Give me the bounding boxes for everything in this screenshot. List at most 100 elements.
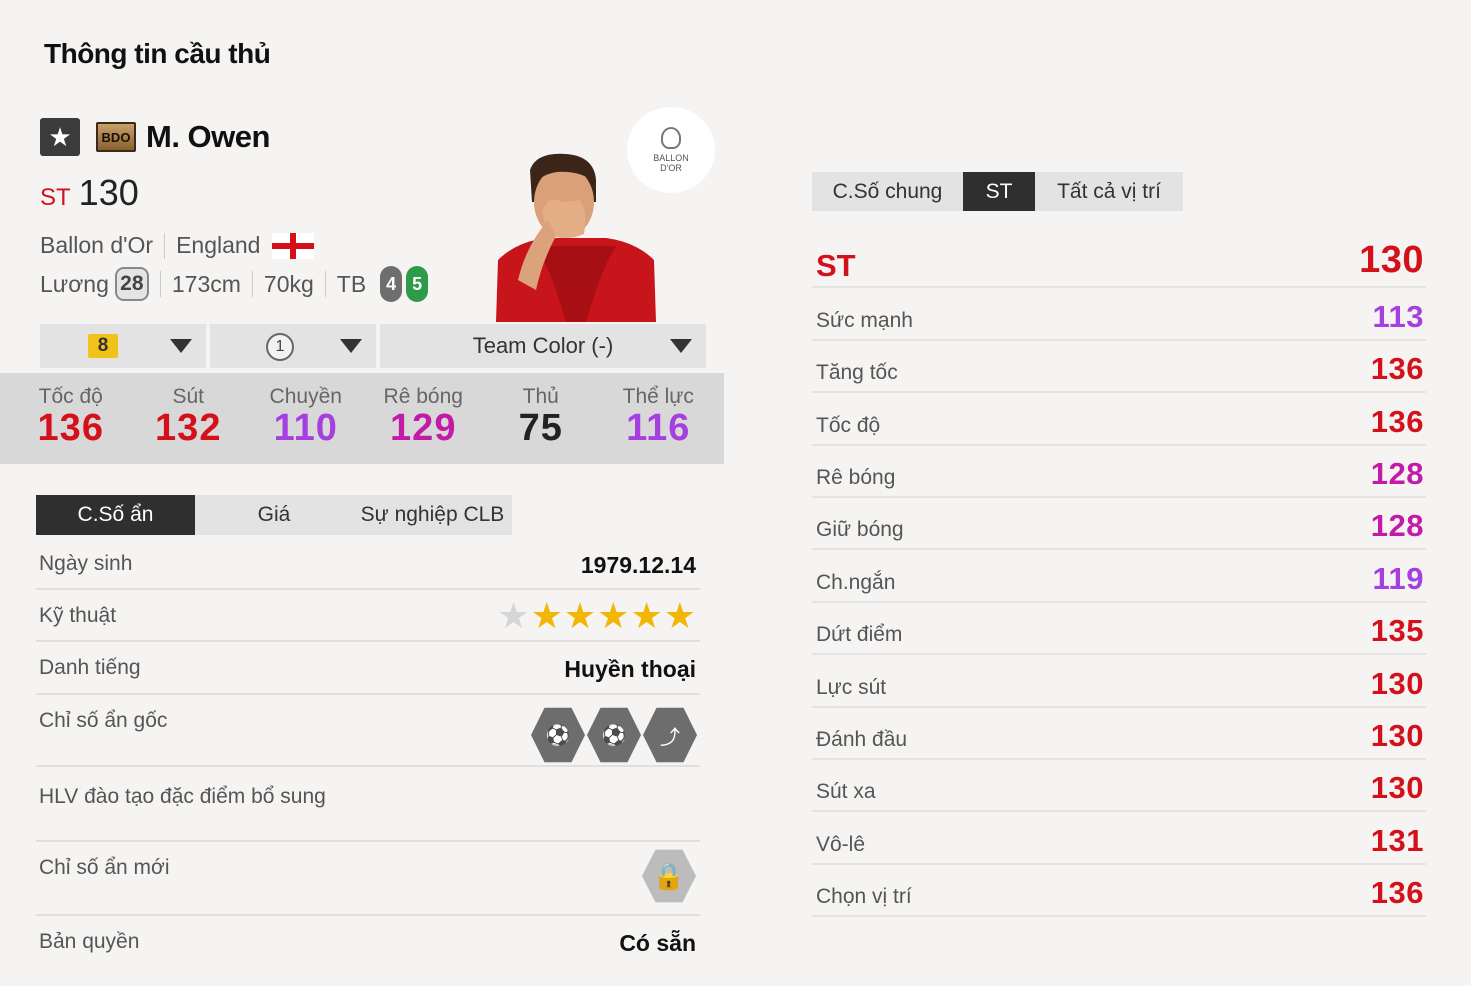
attribute-value: 131: [1370, 822, 1424, 858]
attribute-row: Đánh đầu 130: [812, 708, 1426, 760]
reputation-value: Huyền thoại: [564, 656, 696, 682]
attribute-name: Chọn vị trí: [816, 885, 912, 909]
detail-tabs: C.Số ẩn Giá Sự nghiệp CLB: [36, 495, 512, 535]
salary-badge: 28: [114, 267, 149, 301]
attribute-row: Lực sút 130: [812, 655, 1426, 708]
tab-all-positions[interactable]: Tất cả vị trí: [1035, 172, 1183, 211]
main-stats-band: Tốc độ 136 Sút 132 Chuyền 110 Rê bóng 12…: [0, 373, 724, 464]
attribute-value: 119: [1372, 560, 1424, 596]
new-traits-label: Chỉ số ẩn mới: [39, 856, 170, 879]
strong-foot-icon: 5: [406, 266, 429, 302]
reputation-label: Danh tiếng: [39, 656, 141, 679]
overall-value: 130: [78, 172, 139, 213]
stat-label: Sút: [172, 385, 205, 408]
season-badge-icon: BDO: [96, 122, 136, 152]
attribute-row: Sức mạnh 113: [812, 288, 1426, 341]
attribute-name: Ch.ngắn: [816, 570, 896, 594]
stat-pace: Tốc độ 136: [12, 373, 130, 464]
upgrade-selectors: 8 1 Team Color (-): [40, 324, 706, 368]
logo-text-2: D'OR: [660, 163, 682, 173]
attribute-name: Đánh đầu: [816, 727, 908, 751]
team-level-dropdown[interactable]: 1: [210, 324, 376, 368]
attribute-tabs: C.Số chung ST Tất cả vị trí: [812, 172, 1183, 211]
star-filled-icon: ★: [563, 595, 597, 636]
attribute-value: 130: [1370, 717, 1424, 753]
upgrade-level-dropdown[interactable]: 8: [40, 324, 206, 368]
star-empty-icon: ★: [497, 595, 530, 636]
attribute-value: 130: [1370, 665, 1424, 701]
favorite-star-icon[interactable]: ★: [40, 118, 80, 156]
tab-price[interactable]: Giá: [195, 495, 353, 535]
stat-label: Thể lực: [622, 385, 694, 408]
position-overall: ST 130: [40, 172, 139, 214]
stat-label: Tốc độ: [38, 385, 103, 408]
logo-text-1: BALLON: [653, 153, 689, 163]
license-label: Bản quyền: [39, 930, 140, 953]
chevron-down-icon: [670, 339, 692, 353]
salary-label: Lương: [40, 270, 109, 297]
stat-physical: Thể lực 116: [600, 373, 718, 464]
star-filled-icon: ★: [597, 595, 630, 636]
stat-dribbling: Rê bóng 129: [365, 373, 483, 464]
attribute-row: Vô-lê 131: [812, 812, 1426, 865]
club-name: Ballon d'Or: [40, 232, 154, 258]
attribute-name: Tăng tốc: [816, 361, 898, 385]
birth-label: Ngày sinh: [39, 552, 133, 575]
attribute-name: Sức mạnh: [816, 308, 913, 332]
attribute-value: 113: [1372, 298, 1424, 334]
stat-label: Chuyền: [269, 385, 342, 408]
team-color-dropdown[interactable]: Team Color (-): [380, 324, 706, 368]
birth-value: 1979.12.14: [580, 552, 696, 578]
divider: [164, 232, 166, 259]
position-rating-value: 130: [1359, 239, 1424, 282]
divider: [159, 271, 161, 297]
attribute-name: Lực sút: [816, 675, 887, 699]
tab-hidden-stats[interactable]: C.Số ẩn: [36, 495, 195, 535]
stat-shooting: Sút 132: [130, 373, 248, 464]
page-title: Thông tin cầu thủ: [44, 38, 271, 69]
team-level-badge: 1: [266, 333, 294, 361]
row-license: Bản quyền Có sẵn: [36, 916, 700, 970]
tab-club-career[interactable]: Sự nghiệp CLB: [353, 495, 512, 535]
finesse-shot-trait-icon[interactable]: ⚽: [531, 707, 585, 763]
attribute-name: Sút xa: [816, 780, 876, 804]
speed-dribbler-trait-icon[interactable]: ⚽: [587, 707, 641, 763]
tab-position-st[interactable]: ST: [963, 172, 1035, 211]
stat-value: 75: [518, 407, 563, 449]
position-rating-label: ST: [816, 248, 856, 284]
chip-shot-trait-icon[interactable]: ⤴: [643, 707, 697, 763]
attribute-row: Ch.ngắn 119: [812, 550, 1426, 603]
england-flag-icon: [272, 232, 315, 259]
attribute-row: Chọn vị trí 136: [812, 865, 1426, 918]
attribute-row: Dứt điểm 135: [812, 603, 1426, 656]
stat-label: Rê bóng: [383, 385, 463, 408]
attribute-name: Vô-lê: [816, 832, 866, 856]
stat-defending: Thủ 75: [482, 373, 600, 464]
row-reputation: Danh tiếng Huyền thoại: [36, 642, 700, 695]
player-header: ★ BDO M. Owen: [40, 118, 270, 156]
position-label: ST: [40, 184, 71, 211]
info-table: Ngày sinh 1979.12.14 Kỹ thuật Danh tiếng…: [36, 538, 700, 970]
attribute-name: Rê bóng: [816, 465, 896, 489]
attribute-value: 130: [1370, 770, 1424, 806]
club-nation-row: Ballon d'Or England: [40, 232, 315, 259]
attribute-value: 136: [1370, 351, 1424, 387]
height-value: 173cm: [171, 270, 241, 297]
attribute-row: Tăng tốc 136: [812, 341, 1426, 394]
stat-label: Thủ: [522, 385, 559, 408]
divider: [324, 271, 326, 297]
star-filled-icon: ★: [663, 595, 696, 636]
stat-value: 132: [155, 407, 222, 449]
attribute-row: Tốc độ 136: [812, 393, 1426, 446]
attribute-name: Tốc độ: [816, 413, 881, 437]
stat-value: 136: [37, 407, 104, 449]
physical-row: Lương 28 173cm 70kg TB 4 5: [40, 266, 429, 302]
attribute-value: 128: [1370, 508, 1424, 544]
row-new-traits: Chỉ số ẩn mới: [36, 842, 700, 916]
nation-name: England: [176, 232, 261, 258]
ballon-ball-icon: [661, 127, 681, 149]
tab-general-stats[interactable]: C.Số chung: [812, 172, 963, 211]
attribute-row: Sút xa 130: [812, 760, 1426, 813]
row-coach-traits: HLV đào tạo đặc điểm bổ sung: [36, 767, 700, 842]
license-value: Có sẵn: [619, 930, 696, 956]
